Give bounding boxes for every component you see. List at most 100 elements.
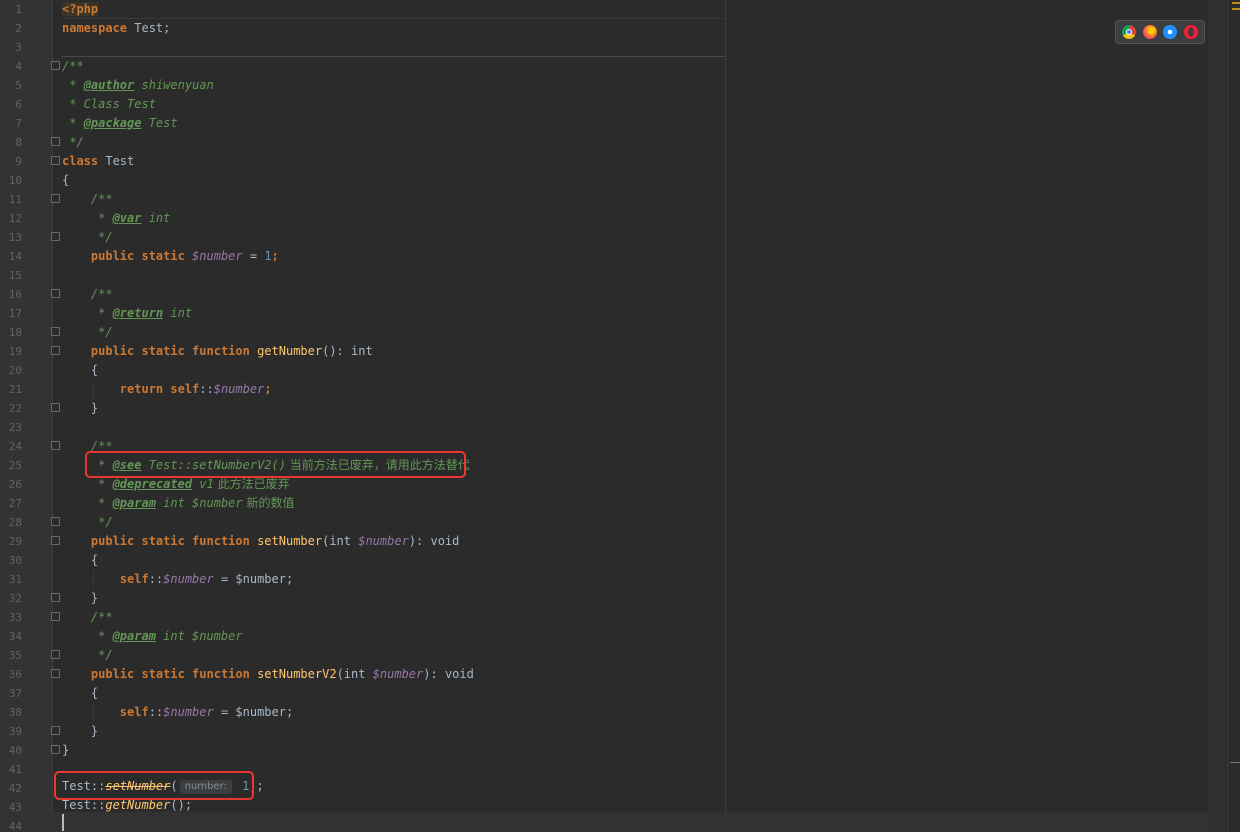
chrome-icon[interactable]	[1122, 25, 1137, 39]
line-number[interactable]: 3	[0, 38, 22, 57]
fold-toggle-icon[interactable]	[51, 441, 60, 450]
doc-comment: Test	[141, 116, 178, 130]
line-number[interactable]: 37	[0, 684, 22, 703]
fold-toggle-icon[interactable]	[51, 156, 60, 165]
line-number[interactable]: 22	[0, 399, 22, 418]
safari-icon[interactable]	[1163, 25, 1178, 39]
line-number[interactable]: 8	[0, 133, 22, 152]
line-number[interactable]: 26	[0, 475, 22, 494]
doc-comment: *	[62, 629, 113, 643]
doc-comment: */	[62, 135, 84, 149]
line-number[interactable]: 4	[0, 57, 22, 76]
fold-toggle-icon[interactable]	[51, 61, 60, 70]
method-call[interactable]: getNumber	[105, 798, 170, 812]
statement-end: ();	[170, 798, 193, 812]
signature: (int	[322, 534, 359, 548]
brace: }	[62, 591, 99, 605]
fold-toggle-icon[interactable]	[51, 536, 60, 545]
line-number[interactable]: 28	[0, 513, 22, 532]
doc-comment: */	[62, 515, 113, 529]
line-number[interactable]: 21	[0, 380, 22, 399]
vertical-scrollbar[interactable]	[1227, 0, 1240, 832]
line-number[interactable]: 17	[0, 304, 22, 323]
doc-comment: */	[62, 325, 113, 339]
line-number[interactable]: 36	[0, 665, 22, 684]
fold-toggle-icon[interactable]	[51, 346, 60, 355]
line-number[interactable]: 27	[0, 494, 22, 513]
line-number[interactable]: 6	[0, 95, 22, 114]
line-number[interactable]: 42	[0, 779, 22, 798]
fold-toggle-icon[interactable]	[51, 669, 60, 678]
line-number[interactable]: 7	[0, 114, 22, 133]
line-number[interactable]: 15	[0, 266, 22, 285]
fold-toggle-icon[interactable]	[51, 289, 60, 298]
code-line-35: */	[62, 646, 113, 665]
line-number[interactable]: 39	[0, 722, 22, 741]
line-number[interactable]: 19	[0, 342, 22, 361]
scrollbar-warning-marker[interactable]	[1232, 2, 1240, 4]
php-open-tag: <?php	[62, 2, 99, 16]
doc-comment: */	[62, 648, 113, 662]
line-number[interactable]: 1	[0, 0, 22, 19]
line-number[interactable]: 41	[0, 760, 22, 779]
line-number[interactable]: 25	[0, 456, 22, 475]
line-number[interactable]: 9	[0, 152, 22, 171]
doc-comment: *	[62, 306, 113, 320]
fold-toggle-icon[interactable]	[51, 650, 60, 659]
line-number[interactable]: 12	[0, 209, 22, 228]
fold-toggle-icon[interactable]	[51, 745, 60, 754]
line-number[interactable]: 32	[0, 589, 22, 608]
line-number[interactable]: 44	[0, 817, 22, 832]
line-number[interactable]: 40	[0, 741, 22, 760]
line-number[interactable]: 31	[0, 570, 22, 589]
line-number[interactable]: 18	[0, 323, 22, 342]
line-number[interactable]: 33	[0, 608, 22, 627]
brace: }	[62, 724, 99, 738]
firefox-icon[interactable]	[1142, 25, 1157, 39]
code-line-33: /**	[62, 608, 113, 627]
line-number[interactable]: 10	[0, 171, 22, 190]
line-number[interactable]: 14	[0, 247, 22, 266]
code-line-39: }	[62, 722, 98, 741]
line-number[interactable]: 30	[0, 551, 22, 570]
opera-icon[interactable]	[1183, 25, 1198, 39]
line-number[interactable]: 13	[0, 228, 22, 247]
text-caret	[62, 814, 64, 831]
code-editor[interactable]: 1 2 3 4 5 6 7 8 9 10 11 12 13 14 15 16 17 18 19 20 21 22 23 24 2…	[0, 0, 1240, 832]
line-number[interactable]: 34	[0, 627, 22, 646]
fold-toggle-icon[interactable]	[51, 403, 60, 412]
doc-comment: 此方法已废弃	[213, 477, 290, 491]
line-number[interactable]: 38	[0, 703, 22, 722]
line-number[interactable]: 29	[0, 532, 22, 551]
line-number[interactable]: 2	[0, 19, 22, 38]
fold-toggle-icon[interactable]	[51, 726, 60, 735]
doc-comment: *	[62, 116, 84, 130]
line-number[interactable]: 23	[0, 418, 22, 437]
statement: = $number;	[213, 705, 294, 719]
line-number[interactable]: 24	[0, 437, 22, 456]
code-line-17: * @return int	[62, 304, 192, 323]
line-number[interactable]: 11	[0, 190, 22, 209]
fold-toggle-icon[interactable]	[51, 593, 60, 602]
code-line-32: }	[62, 589, 98, 608]
line-number[interactable]: 5	[0, 76, 22, 95]
code-line-19: public static function getNumber(): int	[62, 342, 373, 361]
line-number-gutter[interactable]: 1 2 3 4 5 6 7 8 9 10 11 12 13 14 15 16 17 18 19 20 21 22 23 24 2…	[0, 0, 53, 832]
number-literal: 1	[264, 249, 272, 263]
fold-toggle-icon[interactable]	[51, 232, 60, 241]
code-line-12: * @var int	[62, 209, 170, 228]
doc-comment: /**	[62, 287, 113, 301]
editor-side-strip	[1208, 0, 1226, 832]
fold-toggle-icon[interactable]	[51, 327, 60, 336]
fold-toggle-icon[interactable]	[51, 612, 60, 621]
line-number[interactable]: 16	[0, 285, 22, 304]
fold-toggle-icon[interactable]	[51, 194, 60, 203]
line-number[interactable]: 43	[0, 798, 22, 817]
fold-toggle-icon[interactable]	[51, 517, 60, 526]
scrollbar-warning-marker[interactable]	[1232, 8, 1240, 10]
fold-toggle-icon[interactable]	[51, 137, 60, 146]
doc-tag: @deprecated	[112, 477, 193, 491]
line-number[interactable]: 20	[0, 361, 22, 380]
line-number[interactable]: 35	[0, 646, 22, 665]
class-reference: Test::	[62, 798, 106, 812]
